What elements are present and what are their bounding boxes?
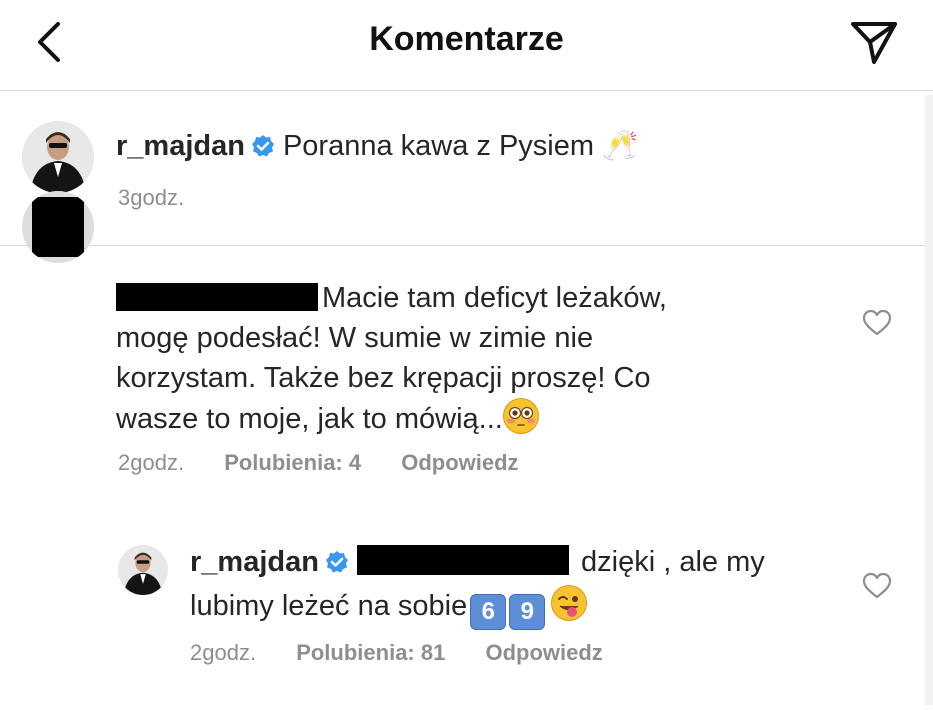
like-comment-button[interactable] <box>862 309 892 337</box>
reply-meta: 2godz. Polubienia: 81 Odpowiedz <box>190 640 637 666</box>
top-bar: Komentarze <box>0 0 933 91</box>
avatar[interactable] <box>22 121 94 193</box>
commenter-avatar[interactable] <box>22 191 94 263</box>
like-reply-button[interactable] <box>862 572 892 600</box>
comment-line-3: korzystam. Także bez krępacji proszę! Co <box>116 362 651 394</box>
heart-icon <box>862 309 892 336</box>
reply-text: r_majdan dzięki , ale my lubimy leżeć na… <box>190 542 840 630</box>
caption: Poranna kawa z Pysiem <box>282 130 595 162</box>
post-username[interactable]: r_majdan <box>116 130 245 162</box>
redaction-box <box>32 197 84 257</box>
post-time: 3godz. <box>118 185 185 210</box>
comment-meta: 2godz. Polubienia: 4 Odpowiedz <box>118 450 553 476</box>
comment-line-4: wasze to moje, jak to mówią... <box>116 403 503 435</box>
scrollbar[interactable] <box>925 95 933 705</box>
comment-likes[interactable]: Polubienia: 4 <box>224 450 361 475</box>
post-caption: r_majdan Poranna kawa z Pysiem 🥂 3godz. <box>0 91 933 246</box>
verified-badge-icon <box>325 545 349 585</box>
page-title: Komentarze <box>369 20 564 58</box>
caption-text: r_majdan Poranna kawa z Pysiem 🥂 <box>116 125 638 169</box>
winking-tongue-emoji-icon <box>551 585 588 621</box>
flushed-emoji-icon <box>502 398 539 434</box>
comment-reply-button[interactable]: Odpowiedz <box>401 450 518 475</box>
reply-username[interactable]: r_majdan <box>190 546 319 578</box>
reply-time: 2godz. <box>190 640 257 665</box>
redacted-username <box>116 283 318 311</box>
heart-icon <box>862 572 892 599</box>
redacted-mention <box>356 545 569 575</box>
paper-plane-icon <box>851 22 897 64</box>
verified-badge-icon <box>251 129 275 169</box>
reply-line-2: lubimy leżeć na sobie <box>190 590 468 622</box>
reply-avatar[interactable] <box>118 545 168 595</box>
profile-photo-icon <box>118 545 168 595</box>
profile-photo-icon <box>22 121 94 193</box>
keycap-nine-icon: 9 <box>509 594 546 630</box>
comment-line-2: mogę podesłać! W sumie w zimie nie <box>116 322 594 354</box>
post-meta: 3godz. <box>118 185 218 211</box>
comment-time: 2godz. <box>118 450 185 475</box>
reply-reply-button[interactable]: Odpowiedz <box>485 640 602 665</box>
caption-emoji: 🥂 <box>602 128 639 162</box>
reply-likes[interactable]: Polubienia: 81 <box>296 640 445 665</box>
share-button[interactable] <box>847 16 901 68</box>
comment-line-1: Macie tam deficyt leżaków, <box>322 282 667 314</box>
comment-text: Macie tam deficyt leżaków, mogę podesłać… <box>116 278 836 439</box>
keycap-six-icon: 6 <box>470 594 507 630</box>
reply-line-1: dzięki , ale my <box>581 546 765 578</box>
